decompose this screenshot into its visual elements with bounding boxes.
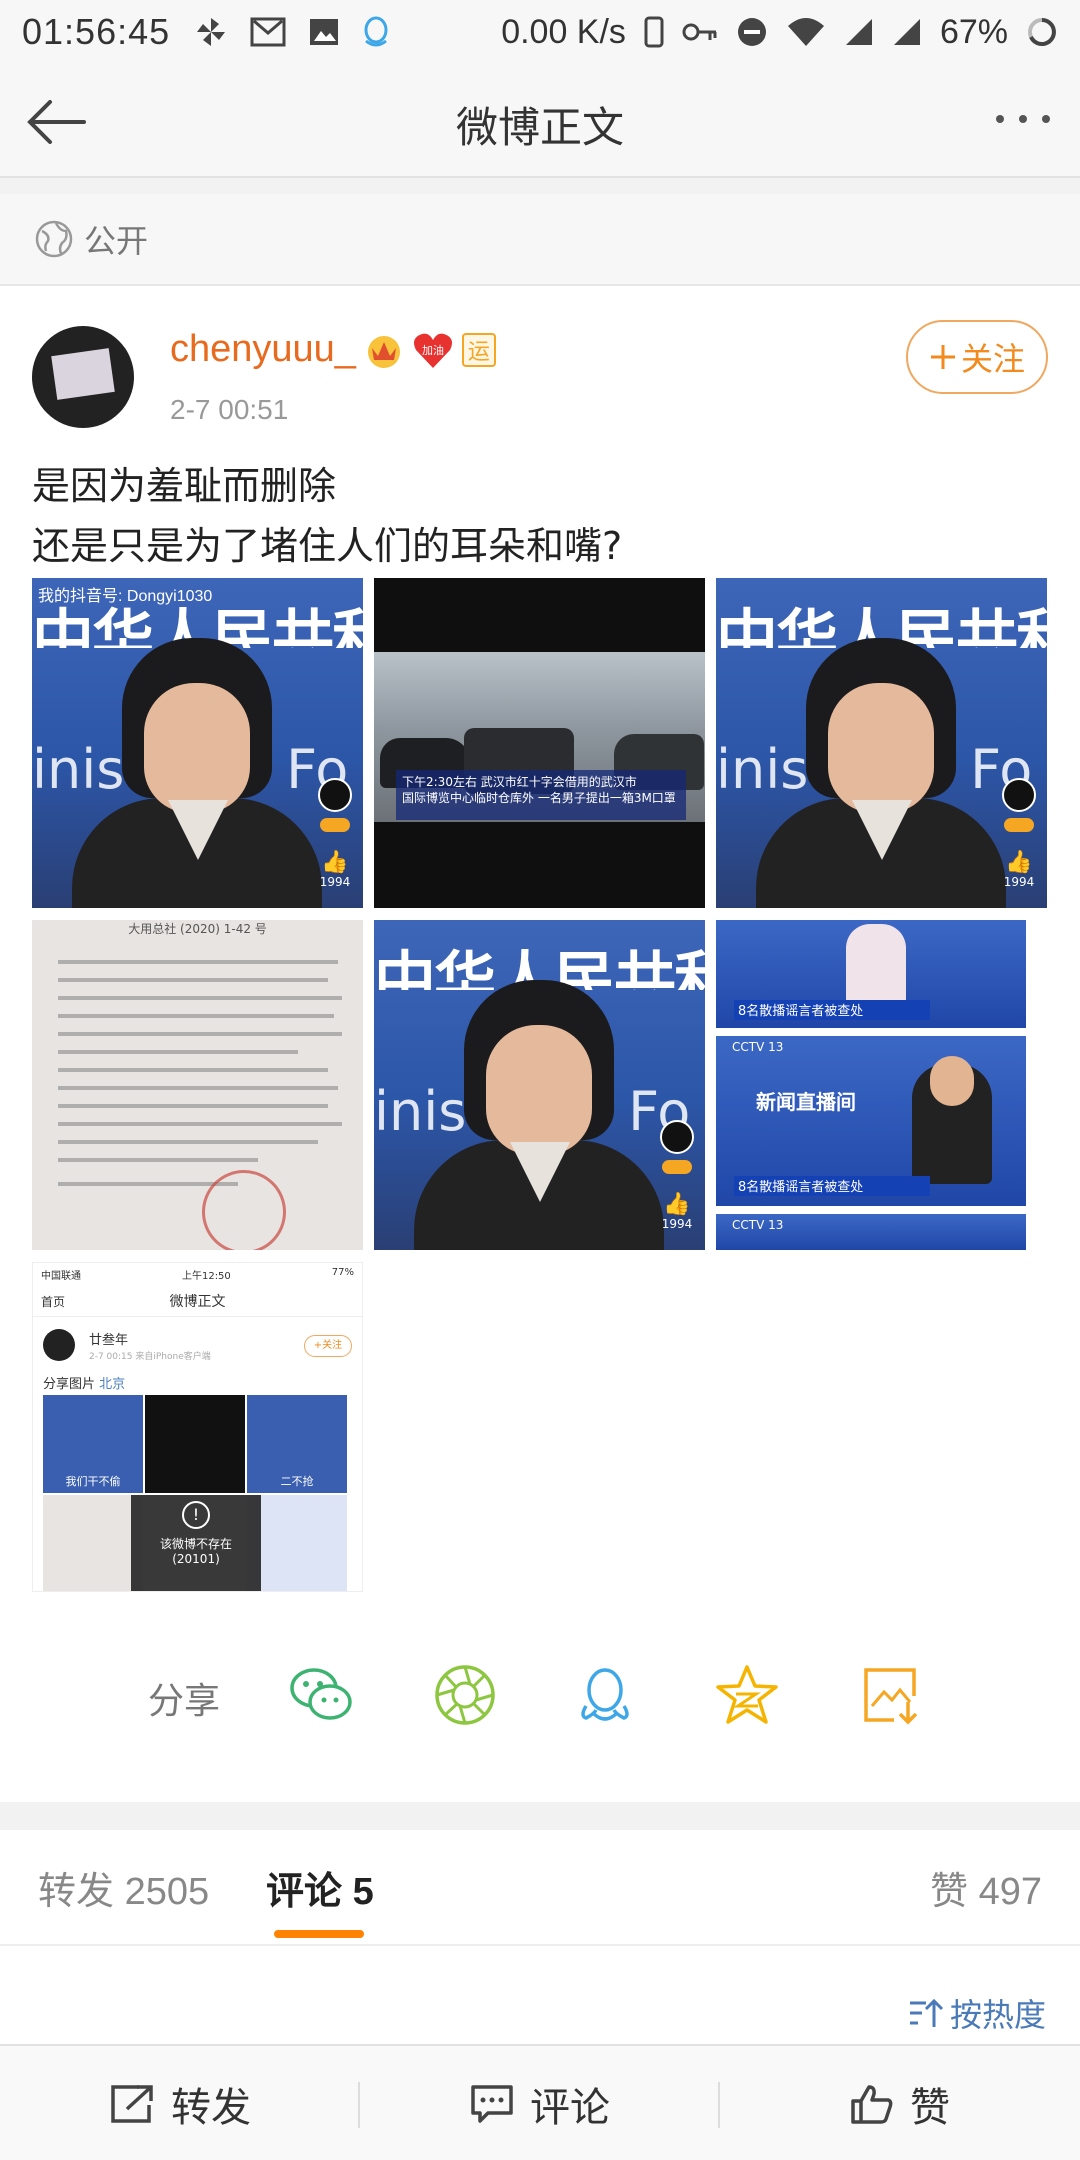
- phone-icon: [644, 16, 664, 48]
- battery-ring-icon: [1028, 18, 1056, 46]
- nav-bar: 微博正文: [0, 64, 1080, 178]
- wifi-icon: [787, 18, 824, 46]
- plus-icon: [930, 345, 955, 369]
- sort-icon: [909, 1998, 944, 2027]
- post-text-line: 还是只是为了堵住人们的耳朵和嘴?: [32, 524, 623, 568]
- avatar[interactable]: [32, 326, 134, 428]
- comment-button[interactable]: 评论: [360, 2046, 720, 2160]
- post-text: 是因为羞耻而删除 还是只是为了堵住人们的耳朵和嘴?: [32, 456, 1042, 576]
- active-tab-indicator: [274, 1930, 364, 1938]
- post-text-line: 是因为羞耻而删除: [32, 464, 337, 508]
- dnd-icon: [737, 18, 766, 46]
- post-image-2[interactable]: 下午2:30左右 武汉市红十字会借用的武汉市 国际博览中心临时仓库外 一名男子提出…: [374, 578, 705, 908]
- qq-icon[interactable]: [572, 1662, 638, 1728]
- tab-like[interactable]: 赞 497: [930, 1860, 1042, 1915]
- moments-icon[interactable]: [432, 1662, 498, 1728]
- globe-icon: [35, 220, 73, 258]
- more-options-icon[interactable]: [992, 104, 1054, 134]
- thumbs-up-icon: [851, 2085, 893, 2124]
- status-bar: 01:56:45 0.00 K/s 67%: [0, 0, 1080, 64]
- key-icon: [682, 23, 717, 41]
- post-image-4[interactable]: 大用总社 (2020) 1-42 号: [32, 920, 363, 1250]
- battery-level: 67%: [939, 12, 1008, 51]
- page-title: 微博正文: [455, 103, 624, 152]
- signal-icon: [845, 19, 872, 45]
- repost-icon: [111, 2085, 153, 2123]
- save-image-icon[interactable]: [858, 1662, 924, 1728]
- follow-button[interactable]: 关注: [906, 320, 1048, 394]
- yun-badge: 运: [461, 332, 496, 367]
- post-time: 2-7 00:51: [170, 394, 289, 425]
- post-image-6[interactable]: 8名散播谣言者被查处 CCTV 13 新闻直播间 8名散播谣言者被查处 CCTV 1…: [716, 920, 1047, 1250]
- post-image-1[interactable]: 中华人民共和 inistry of Fo 👍1994 我的抖音号: Dongyi…: [32, 578, 363, 908]
- status-time: 01:56:45: [22, 11, 171, 52]
- network-speed: 0.00 K/s: [501, 12, 626, 51]
- like-button[interactable]: 赞: [720, 2046, 1080, 2160]
- post-image-7[interactable]: 中国联通 上午12:50 77% 首页 微博正文 廿叁年 2-7 00:15 来自iP…: [32, 1262, 363, 1592]
- share-row: 分享: [0, 1650, 1080, 1740]
- username-text[interactable]: chenyuuu_: [170, 328, 356, 371]
- visibility-label: 公开: [84, 222, 149, 260]
- pinwheel-icon: [197, 18, 226, 46]
- comment-icon: [471, 2085, 513, 2123]
- sort-by-hot-button[interactable]: 按热度: [908, 1990, 1046, 2036]
- heart-badge-icon: 加油: [412, 330, 454, 370]
- share-label: 分享: [148, 1681, 221, 1722]
- post-image-5[interactable]: 中华人民共和 inistry of Fo 👍1994: [374, 920, 705, 1250]
- divider: [0, 178, 1080, 194]
- visibility-row: 公开: [0, 194, 1080, 286]
- qq-status-icon: [364, 16, 388, 47]
- tab-repost[interactable]: 转发 2505: [38, 1860, 209, 1915]
- divider: [0, 1802, 1080, 1830]
- qzone-icon[interactable]: [714, 1662, 780, 1728]
- repost-button[interactable]: 转发: [0, 2046, 360, 2160]
- signal2-icon: [893, 19, 920, 45]
- mail-icon: [250, 17, 286, 47]
- tab-comment[interactable]: 评论 5: [266, 1860, 374, 1915]
- image-icon: [310, 19, 339, 45]
- bottom-action-bar: 转发 评论 赞: [0, 2044, 1080, 2160]
- wechat-icon[interactable]: [288, 1662, 354, 1728]
- feed-tabs: 转发 2505 评论 5 赞 497: [0, 1830, 1080, 1946]
- post-image-3[interactable]: 中华人民共和 inistry of Fo 👍1994: [716, 578, 1047, 908]
- crown-badge-icon: [364, 330, 404, 370]
- svg-text:加油: 加油: [422, 343, 444, 357]
- username[interactable]: chenyuuu_ 加油 运: [170, 328, 496, 371]
